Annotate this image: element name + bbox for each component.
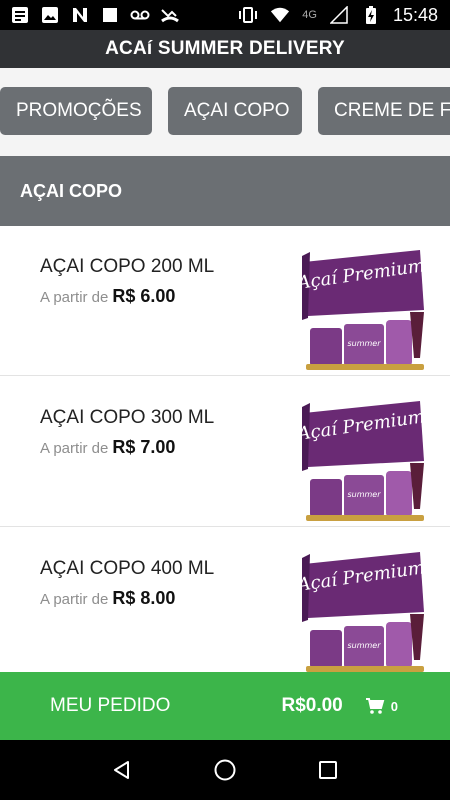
recents-square-icon xyxy=(319,761,338,779)
section-header: AÇAI COPO xyxy=(0,156,450,226)
wifi-icon xyxy=(270,5,290,25)
product-item[interactable]: AÇAI COPO 300 ML A partir de R$ 7.00 Aça… xyxy=(0,377,450,527)
back-button[interactable] xyxy=(107,755,137,785)
clock: 15:48 xyxy=(392,4,438,25)
battery-charging-icon xyxy=(361,5,381,25)
product-item[interactable]: AÇAI COPO 400 ML A partir de R$ 8.00 Aça… xyxy=(0,528,450,678)
product-price-row: A partir de R$ 8.00 xyxy=(40,588,175,609)
product-price: R$ 6.00 xyxy=(112,286,176,306)
price-from-label: A partir de xyxy=(40,591,109,608)
tab-acai-copo[interactable]: AÇAI COPO xyxy=(168,87,302,135)
app-bar: ACAí SUMMER DELIVERY xyxy=(0,30,450,68)
product-item[interactable]: AÇAI COPO 200 ML A partir de R$ 6.00 Aça… xyxy=(0,226,450,376)
cart-count: 0 xyxy=(390,698,398,714)
system-navigation-bar xyxy=(0,740,450,800)
cart-icon xyxy=(365,698,385,714)
back-triangle-icon xyxy=(113,761,129,779)
product-image-brand: summer xyxy=(347,339,381,348)
product-image-brand: summer xyxy=(347,490,381,499)
notes-notification-icon xyxy=(10,5,30,25)
vibrate-icon xyxy=(238,5,258,25)
home-button[interactable] xyxy=(210,755,240,785)
product-name: AÇAI COPO 300 ML xyxy=(40,407,215,428)
missed-call-icon xyxy=(160,5,180,25)
price-from-label: A partir de xyxy=(40,289,109,306)
product-image-brand: summer xyxy=(347,641,381,650)
product-price-row: A partir de R$ 6.00 xyxy=(40,286,175,307)
product-price: R$ 8.00 xyxy=(112,588,176,608)
square-notification-icon xyxy=(100,5,120,25)
product-price-row: A partir de R$ 7.00 xyxy=(40,437,175,458)
tab-promocoes[interactable]: PROMOÇÕES xyxy=(0,87,152,135)
product-image: Açaí Premium summer xyxy=(302,250,426,370)
product-image: Açaí Premium summer xyxy=(302,552,426,672)
network-type-label: 4G xyxy=(302,9,317,21)
price-from-label: A partir de xyxy=(40,440,109,457)
app-title: ACAí SUMMER DELIVERY xyxy=(105,38,345,59)
recent-apps-button[interactable] xyxy=(313,755,343,785)
n-app-notification-icon xyxy=(70,5,90,25)
section-title: AÇAI COPO xyxy=(20,180,123,201)
image-notification-icon xyxy=(40,5,60,25)
product-image: Açaí Premium summer xyxy=(302,401,426,521)
product-name: AÇAI COPO 200 ML xyxy=(40,256,215,277)
product-name: AÇAI COPO 400 ML xyxy=(40,558,215,579)
tab-creme-de-frutas[interactable]: CREME DE FR xyxy=(318,87,450,135)
voicemail-icon xyxy=(130,5,150,25)
category-tabs[interactable]: PROMOÇÕES AÇAI COPO CREME DE FR xyxy=(0,68,450,156)
product-price: R$ 7.00 xyxy=(112,437,176,457)
cart-button[interactable]: 0 xyxy=(365,697,398,715)
home-circle-icon xyxy=(214,759,236,781)
order-total: R$0.00 xyxy=(281,695,343,716)
status-bar: 4G 15:48 xyxy=(0,0,450,30)
signal-icon xyxy=(329,5,349,25)
my-order-label[interactable]: MEU PEDIDO xyxy=(50,695,170,717)
my-order-bar[interactable]: MEU PEDIDO R$0.00 0 xyxy=(0,672,450,740)
